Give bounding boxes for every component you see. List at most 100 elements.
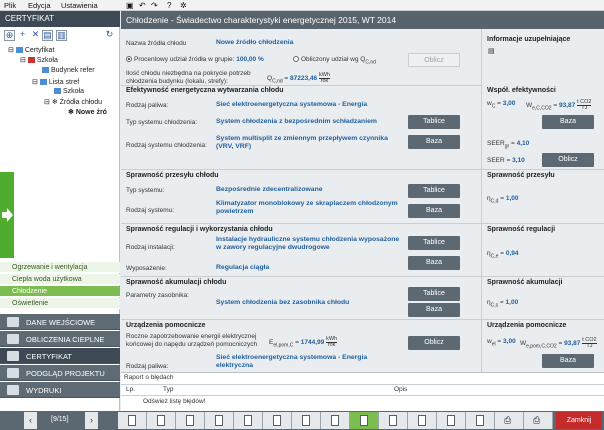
refresh-errors-row[interactable]: Odśwież listę błędów! [143,398,206,405]
fuel-value[interactable]: Sieć elektroenergetyczna systemowa - Ene… [216,101,416,109]
aux-fuel-label: Rodzaj paliwa: [126,363,169,370]
aux-fuel-value[interactable]: Sieć elektroenergetyczna systemowa - Ene… [216,354,406,370]
tree-item-certificate[interactable]: ⊟ Certyfikat [8,46,54,54]
compute-share-button[interactable]: Oblicz [408,53,460,67]
print-preview-button[interactable]: ⎙ [524,412,553,429]
tree-item-cooling-sources[interactable]: ⊟ ❄ Źródła chłodu [44,98,102,106]
subnav-hot-water[interactable]: Ciepła woda użytkowa [0,274,120,285]
nav-thermal-calc[interactable]: OBLICZENIA CIEPLNE [0,331,120,347]
refresh-icon[interactable]: ↻ [104,30,115,41]
add-icon[interactable]: + [17,30,28,41]
nav-printouts[interactable]: WYDRUKI [0,382,120,398]
input-data-icon [7,317,19,327]
add-node-icon[interactable]: ⊕ [4,30,15,41]
footer-doc-button-10[interactable] [379,412,408,429]
footer-doc-button-2[interactable] [147,412,176,429]
tank-params-value[interactable]: System chłodzenia bez zasobnika chłodu [216,299,349,307]
accumulation-database-button[interactable]: Baza [408,303,460,317]
nav-input-data[interactable]: DANE WEJŚCIOWE [0,314,120,330]
tree-item-new-source[interactable]: ❄ Nowe źró [68,108,107,116]
tree-item-school[interactable]: ⊟ Szkoła [20,56,58,64]
subnav-heating[interactable]: Ogrzewanie i wentylacja [0,262,120,273]
close-button[interactable]: Zamknij [556,412,602,429]
footer-doc-button-4[interactable] [205,412,234,429]
footer-doc-button-11[interactable] [408,412,437,429]
nav-project-preview[interactable]: PODGLĄD PROJEKTU [0,365,120,381]
subnav-lighting[interactable]: Oświetlenie [0,298,120,309]
transfer-tables-button[interactable]: Tablice [408,184,460,198]
paste-icon[interactable]: ▥ [56,30,67,41]
footer-doc-button-13[interactable] [466,412,495,429]
coeffs-database-button[interactable]: Baza [542,115,594,129]
menu-settings[interactable]: Ustawienia [61,1,98,10]
footer-doc-button-active[interactable] [350,412,379,429]
tree-item-zones[interactable]: ⊟ Lista stref [32,78,79,86]
collapse-icon[interactable]: ⊟ [32,79,38,86]
collapse-icon[interactable]: ⊟ [20,57,26,64]
save-icon[interactable]: ▣ [126,1,134,10]
footer-doc-button-8[interactable] [321,412,350,429]
source-name-value[interactable]: Nowe źródło chłodzenia [216,39,293,47]
collapse-icon[interactable]: ⊟ [8,47,14,54]
prev-page-button[interactable]: ‹ [24,412,37,429]
regulation-database-button[interactable]: Baza [408,256,460,270]
footer-doc-button-6[interactable] [263,412,292,429]
wco2-value: We,C,CO2 = 93,87 t CO2 TJ [526,99,592,112]
print-button[interactable]: ⎙ [495,412,524,429]
percent-radio[interactable]: Procentowy udział źródła w grupie: 100,0… [126,56,264,63]
undo-icon[interactable]: ↶ [139,1,146,10]
next-page-button[interactable]: › [85,412,98,429]
generation-title: Efektywność energetyczna wytwarzania chł… [126,87,284,94]
transfer-kind-value[interactable]: Klimatyzator monoblokowy ze skraplaczem … [216,200,404,216]
footer-doc-button-7[interactable] [292,412,321,429]
cooling-system-kind-value[interactable]: System multisplit ze zmiennym przepływem… [216,135,404,151]
footer-doc-button-12[interactable] [437,412,466,429]
equipment-value[interactable]: Regulacja ciągła [216,264,269,272]
installation-value[interactable]: Instalacje hydrauliczne systemu chłodzen… [216,236,406,252]
nav-certificate[interactable]: CERTYFIKAT [0,348,120,364]
aux-demand-value: Eel,pom,C = 1744,99 kWh rok [269,336,338,349]
aux-compute-button[interactable]: Oblicz [408,336,460,350]
help-icon[interactable]: ? [167,1,171,10]
transfer-type-value[interactable]: Bezpośrednie zdecentralizowane [216,186,323,194]
menu-edit[interactable]: Edycja [28,1,51,10]
regulation-tables-button[interactable]: Tablice [408,236,460,250]
fuel-label: Rodzaj paliwa: [126,102,169,109]
cooling-system-type-value[interactable]: System chłodzenia z bezpośrednim schładz… [216,118,406,126]
database-button[interactable]: Baza [408,135,460,149]
seer-value: SEER = 3,10 [487,157,525,164]
error-report-title: Raport o błędach [124,374,174,381]
footer-doc-button-3[interactable] [176,412,205,429]
delete-icon[interactable]: ✕ [30,30,41,41]
menu-file[interactable]: Plik [4,1,16,10]
cooling-system-type-label: Typ systemu chłodzenia: [126,119,198,126]
document-icon [273,415,281,426]
transfer-database-button[interactable]: Baza [408,204,460,218]
list-icon [39,79,47,85]
footer-doc-button-1[interactable] [118,412,147,429]
transfer-type-label: Typ systemu: [126,187,165,194]
cooling-demand-label-2: chłodzenia budynku (lokalu, strefy): [126,78,228,85]
subnav-cooling[interactable]: Chłodzenie [0,286,120,297]
redo-icon[interactable]: ↷ [151,1,158,10]
document-icon[interactable]: ▤ [488,47,495,55]
tree-item-zone-school[interactable]: Szkoła [54,88,84,95]
tree-item-reference-building[interactable]: Budynek refer [42,67,95,74]
collapse-icon[interactable]: ⊟ [44,99,50,106]
accumulation-tables-button[interactable]: Tablice [408,287,460,301]
settings-icon[interactable]: ✲ [180,1,187,10]
seer-compute-button[interactable]: Oblicz [542,153,594,167]
aux-demand-label-2: końcowej do napędu urządzeń pomocniczych [126,341,258,348]
zone-icon [54,88,61,94]
collapse-sidebar-tab[interactable] [0,172,14,258]
aux-database-button[interactable]: Baza [542,354,594,368]
snowflake-icon: ❄ [51,99,58,106]
tables-button[interactable]: Tablice [408,115,460,129]
sub-navigation: Ogrzewanie i wentylacja Ciepła woda użyt… [0,262,120,312]
document-icon [418,415,426,426]
radio-icon [293,56,299,62]
copy-icon[interactable]: ▤ [42,30,53,41]
preview-icon [7,368,19,378]
computed-radio[interactable]: Obliczony udział wg QC,nd [293,56,376,65]
footer-doc-button-5[interactable] [234,412,263,429]
